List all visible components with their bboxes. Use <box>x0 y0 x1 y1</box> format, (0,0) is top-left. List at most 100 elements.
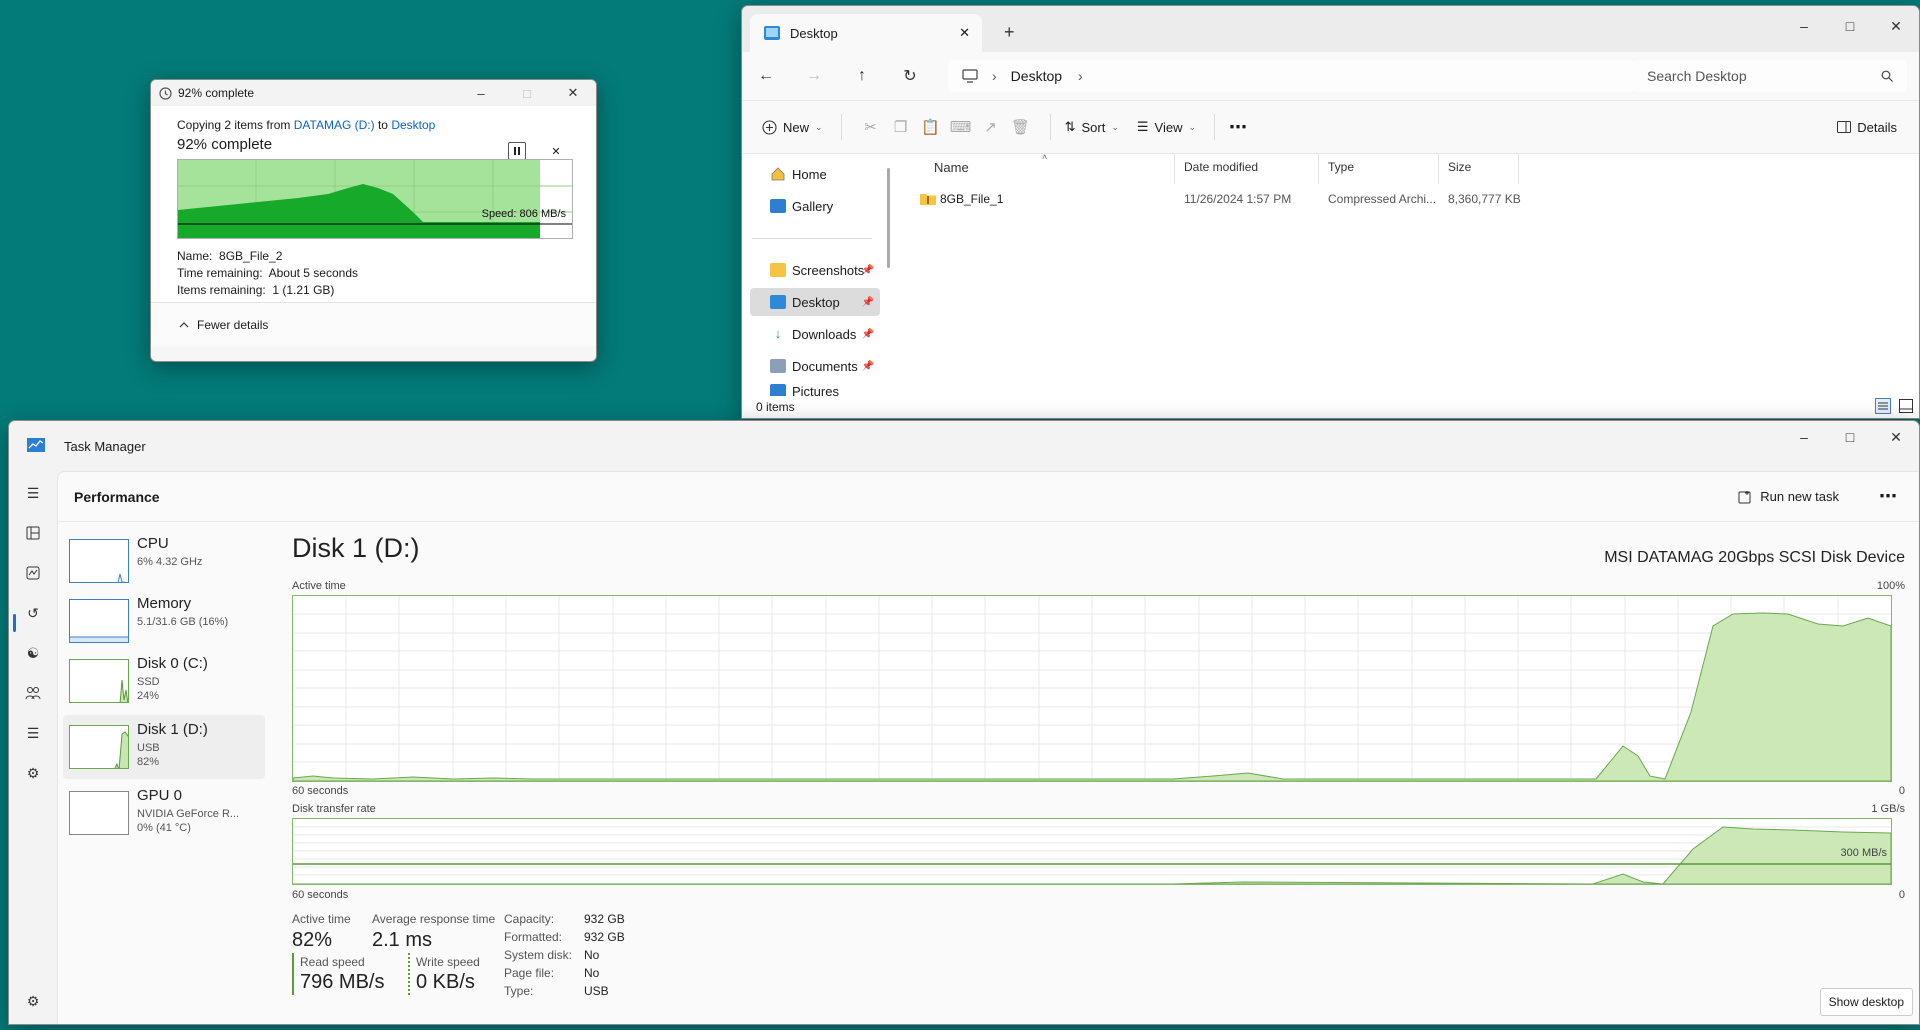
large-icons-view-icon[interactable] <box>1899 399 1913 413</box>
column-divider[interactable] <box>1174 154 1175 184</box>
nav-item-desktop[interactable]: Desktop 📌 <box>750 288 880 316</box>
view-button[interactable]: ☰ View ⌄ <box>1137 119 1196 135</box>
folder-icon <box>770 263 786 277</box>
sort-ascending-icon: ˄ <box>1042 152 1048 162</box>
details-view-icon[interactable] <box>1875 398 1891 414</box>
new-button[interactable]: New ⌄ <box>762 120 823 135</box>
column-header-name[interactable]: Name <box>934 160 969 175</box>
minimize-button[interactable]: – <box>458 80 504 106</box>
new-tab-button[interactable]: + <box>1004 22 1015 43</box>
column-divider[interactable] <box>1518 154 1519 184</box>
maximize-button[interactable]: □ <box>1827 6 1873 46</box>
fewer-details-toggle[interactable]: Fewer details <box>151 302 596 346</box>
disk-performance-panel: Disk 1 (D:) MSI DATAMAG 20Gbps SCSI Disk… <box>290 523 1907 1024</box>
device-cpu[interactable]: CPU 6% 4.32 GHz <box>63 529 265 593</box>
settings-gear-icon[interactable]: ⚙ <box>23 991 43 1011</box>
paste-icon[interactable]: 📋 <box>916 118 946 136</box>
close-button[interactable]: ✕ <box>1873 6 1919 46</box>
run-new-task-label: Run new task <box>1760 489 1839 504</box>
nav-divider <box>752 238 872 239</box>
column-header-size[interactable]: Size <box>1448 160 1471 174</box>
nav-item-screenshots[interactable]: Screenshots 📌 <box>750 256 880 284</box>
zip-folder-icon <box>920 192 936 205</box>
item-count: 0 items <box>756 400 795 414</box>
details-list-icon[interactable]: ☰ <box>23 723 43 743</box>
device-name: Disk 1 (D:) <box>137 721 208 738</box>
desktop-folder-icon <box>764 26 780 40</box>
cpu-thumbnail <box>69 539 129 583</box>
app-history-icon[interactable]: ↺ <box>23 603 43 623</box>
file-row[interactable]: 8GB_File_1 11/26/2024 1:57 PM Compressed… <box>902 188 1919 210</box>
processes-icon[interactable] <box>23 523 43 543</box>
device-gpu-0[interactable]: GPU 0 NVIDIA GeForce R... 0% (41 °C) <box>63 781 265 845</box>
device-detail: NVIDIA GeForce R... <box>137 808 240 820</box>
nav-label: Downloads <box>792 326 857 342</box>
memory-thumbnail <box>69 599 129 643</box>
chevron-right-icon[interactable]: › <box>1078 68 1083 84</box>
details-pane-button[interactable]: Details <box>1837 120 1897 135</box>
active-time-graph-label: Active time <box>292 580 346 592</box>
column-divider[interactable] <box>1438 154 1439 184</box>
nav-item-gallery[interactable]: Gallery <box>750 192 880 220</box>
run-new-task-button[interactable]: Run new task <box>1738 489 1839 504</box>
breadcrumb[interactable]: Desktop <box>1011 68 1062 84</box>
minimize-button[interactable]: – <box>1781 421 1827 453</box>
nav-item-downloads[interactable]: ↓ Downloads 📌 <box>750 320 880 348</box>
more-options-icon[interactable]: ⋯ <box>1229 117 1247 138</box>
maximize-button[interactable]: □ <box>1827 421 1873 453</box>
close-tab-button[interactable]: ✕ <box>959 25 970 41</box>
pin-icon[interactable]: 📌 <box>862 329 874 340</box>
disk-model: MSI DATAMAG 20Gbps SCSI Disk Device <box>1604 549 1905 566</box>
copy-prefix: Copying 2 items from <box>177 118 291 132</box>
sort-button[interactable]: ⇅ Sort ⌄ <box>1065 119 1119 135</box>
source-link[interactable]: DATAMAG (D:) <box>294 118 375 132</box>
destination-link[interactable]: Desktop <box>391 118 435 132</box>
transfer-rate-graph: 300 MB/s <box>292 818 1892 885</box>
services-icon[interactable]: ⚙ <box>23 763 43 783</box>
file-type: Compressed Archi... <box>1328 192 1437 206</box>
run-task-icon <box>1738 490 1752 504</box>
transfer-max-label: 1 GB/s <box>1871 803 1905 815</box>
minimize-button[interactable]: – <box>1781 6 1827 46</box>
time-value: About 5 seconds <box>268 266 359 280</box>
tab-title: Desktop <box>790 25 838 41</box>
tab-desktop[interactable]: Desktop ✕ <box>750 14 982 52</box>
hamburger-menu-icon[interactable]: ☰ <box>23 483 43 503</box>
performance-icon[interactable] <box>23 563 43 583</box>
pause-button[interactable] <box>508 142 526 160</box>
nav-item-home[interactable]: Home <box>750 160 880 188</box>
file-size: 8,360,777 KB <box>1448 192 1521 206</box>
pin-icon[interactable]: 📌 <box>862 297 874 308</box>
close-button[interactable]: ✕ <box>1873 421 1919 453</box>
active-time-max-label: 100% <box>1876 580 1905 592</box>
device-name: GPU 0 <box>137 787 183 804</box>
formatted-value: 932 GB <box>584 930 625 944</box>
rename-icon: ⌨ <box>949 119 972 136</box>
device-memory[interactable]: Memory 5.1/31.6 GB (16%) <box>63 589 265 653</box>
device-disk-1[interactable]: Disk 1 (D:) USB 82% <box>63 715 265 779</box>
device-disk-0[interactable]: Disk 0 (C:) SSD 24% <box>63 649 265 713</box>
pin-icon[interactable]: 📌 <box>862 265 874 276</box>
column-header-date[interactable]: Date modified <box>1184 160 1258 174</box>
more-options-icon[interactable]: ⋯ <box>1879 486 1897 507</box>
details-pane-icon <box>1837 121 1852 133</box>
column-divider[interactable] <box>1318 154 1319 184</box>
pin-icon[interactable]: 📌 <box>862 361 874 372</box>
copy-speed-graph: Speed: 806 MB/s <box>177 159 573 239</box>
startup-apps-icon[interactable]: ☯ <box>23 643 43 663</box>
back-button[interactable]: ← <box>742 67 790 85</box>
nav-item-documents[interactable]: Documents 📌 <box>750 352 880 380</box>
search-icon <box>1881 70 1893 82</box>
column-header-type[interactable]: Type <box>1328 160 1354 174</box>
close-button[interactable]: ✕ <box>550 80 596 106</box>
cut-icon: ✂ <box>864 119 877 136</box>
cancel-copy-button[interactable]: ✕ <box>547 142 565 160</box>
search-input[interactable]: Search Desktop <box>1633 60 1907 92</box>
gallery-icon <box>770 199 786 213</box>
up-button[interactable]: ↑ <box>838 67 886 85</box>
users-icon[interactable] <box>23 683 43 703</box>
nav-scrollbar[interactable] <box>887 168 890 268</box>
file-list: Name ˄ Date modified Type Size 8GB_File_… <box>902 152 1919 396</box>
address-bar[interactable]: › Desktop › <box>948 60 1634 92</box>
refresh-button[interactable]: ↻ <box>886 66 934 86</box>
